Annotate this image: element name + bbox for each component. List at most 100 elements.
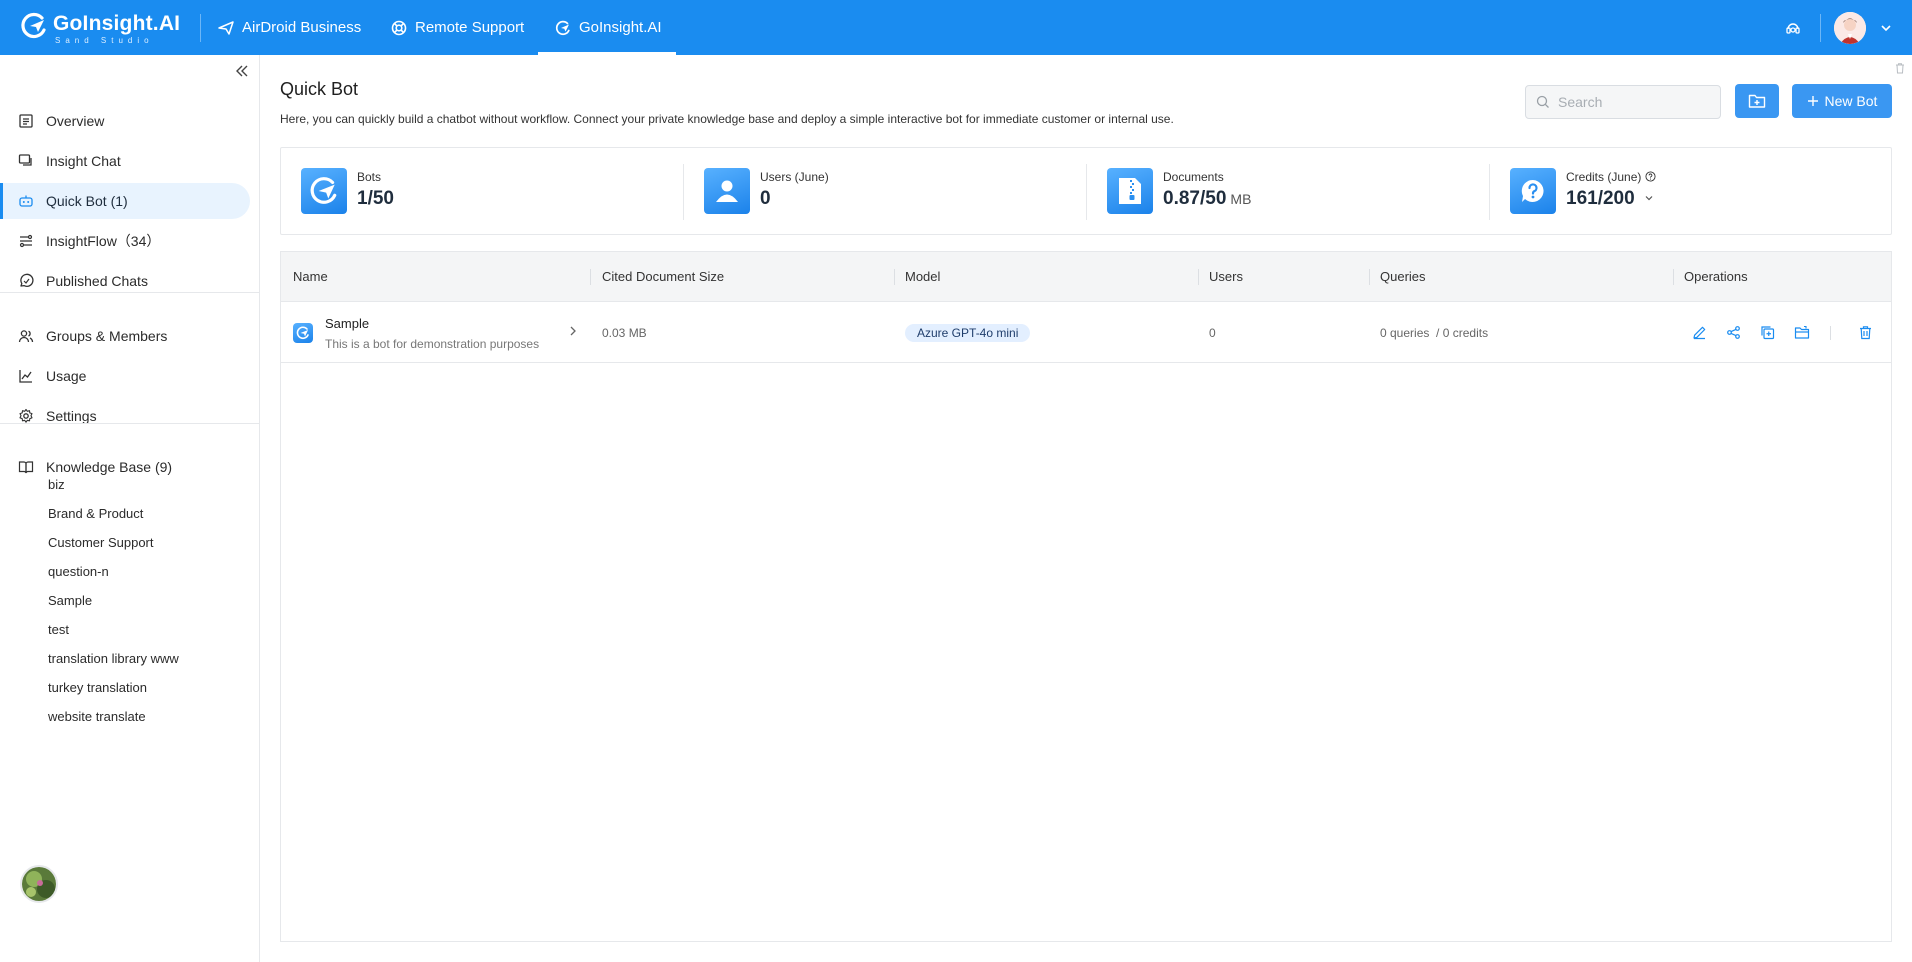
gear-icon <box>19 408 33 423</box>
chevron-down-icon[interactable] <box>1880 21 1892 39</box>
user-icon <box>704 168 750 214</box>
stat-label: Bots <box>357 170 382 184</box>
kb-item-customer-support[interactable]: Customer Support <box>48 535 154 550</box>
search-field[interactable] <box>1525 85 1721 119</box>
sidebar-item-label: Settings <box>46 408 97 424</box>
user-avatar[interactable] <box>1834 12 1866 44</box>
goinsight-logo-icon <box>21 12 46 39</box>
sidebar-item-usage[interactable]: Usage <box>0 358 250 394</box>
page-description: Here, you can quickly build a chatbot wi… <box>280 112 1174 126</box>
stat-number: 0.87/50 <box>1163 188 1227 209</box>
kb-item-question-n[interactable]: question-n <box>48 564 109 579</box>
logo-title: GoInsight.AI <box>53 12 181 35</box>
nav-label: GoInsight.AI <box>579 19 662 36</box>
bot-name[interactable]: Sample <box>325 316 369 331</box>
column-header-operations: Operations <box>1684 269 1748 284</box>
topbar-divider <box>200 14 201 42</box>
top-bar: GoInsight.AI Sand Studio AirDroid Busine… <box>0 0 1912 55</box>
goinsight-logo[interactable]: GoInsight.AI Sand Studio <box>20 10 180 46</box>
bot-avatar-icon <box>293 323 313 343</box>
bots-table: Name Cited Document Size Model Users Que… <box>280 251 1892 942</box>
stats-panel: Bots 1/50 Users (June) 0 Documents 0.87/… <box>280 147 1892 235</box>
sidebar-divider <box>0 292 259 293</box>
published-chat-icon <box>20 273 34 287</box>
collapse-sidebar-icon[interactable] <box>234 63 250 84</box>
nav-airdroid-business[interactable]: AirDroid Business <box>218 0 361 55</box>
nav-active-indicator <box>538 52 676 55</box>
sidebar: Overview Insight Chat Quick Bot (1) Insi… <box>0 55 260 962</box>
stat-unit: MB <box>1230 191 1252 207</box>
sidebar-item-groups-members[interactable]: Groups & Members <box>0 318 250 354</box>
kb-item-website-translate[interactable]: website translate <box>48 709 146 724</box>
flow-icon <box>19 234 33 248</box>
new-bot-label: New Bot <box>1824 93 1878 109</box>
delete-icon[interactable] <box>1858 325 1873 345</box>
kb-item-biz[interactable]: biz <box>48 477 65 492</box>
stat-value: 0.87/50 MB <box>1163 188 1251 210</box>
nav-label: Remote Support <box>415 19 525 36</box>
chevron-right-icon[interactable] <box>568 325 578 340</box>
stat-value: 0 <box>760 188 771 210</box>
nav-goinsight[interactable]: GoInsight.AI <box>555 0 662 55</box>
new-bot-button[interactable]: New Bot <box>1792 84 1892 118</box>
operations-separator <box>1830 326 1831 340</box>
edit-icon[interactable] <box>1692 325 1707 345</box>
sidebar-item-quick-bot[interactable]: Quick Bot (1) <box>0 183 250 219</box>
column-header-users: Users <box>1209 269 1243 284</box>
stat-value: 1/50 <box>357 188 394 210</box>
kb-item-brand-product[interactable]: Brand & Product <box>48 506 143 521</box>
sidebar-item-insight-chat[interactable]: Insight Chat <box>0 143 250 179</box>
column-header-name: Name <box>293 269 328 284</box>
logo-subtitle: Sand Studio <box>55 36 154 45</box>
column-header-queries: Queries <box>1380 269 1426 284</box>
column-separator <box>1198 269 1199 285</box>
bot-description: This is a bot for demonstration purposes <box>325 337 540 351</box>
kb-item-test[interactable]: test <box>48 622 69 637</box>
robot-icon <box>19 195 33 207</box>
stat-number: 0 <box>760 188 771 209</box>
info-icon[interactable] <box>1645 171 1656 182</box>
kb-item-translation-library[interactable]: translation library www <box>48 651 179 666</box>
table-header: Name Cited Document Size Model Users Que… <box>281 252 1891 302</box>
goinsight-icon <box>555 20 570 35</box>
sidebar-item-insightflow[interactable]: InsightFlow（34） <box>0 223 250 259</box>
lifebuoy-icon <box>391 20 407 35</box>
sidebar-item-label: Groups & Members <box>46 328 168 344</box>
nav-remote-support[interactable]: Remote Support <box>391 0 524 55</box>
sidebar-item-label: Insight Chat <box>46 153 121 169</box>
column-separator <box>894 269 895 285</box>
kb-item-sample[interactable]: Sample <box>48 593 92 608</box>
kb-item-turkey-translation[interactable]: turkey translation <box>48 680 147 695</box>
stat-number: 1/50 <box>357 188 394 209</box>
column-separator <box>590 269 591 285</box>
search-input[interactable] <box>1558 94 1708 110</box>
copy-icon[interactable] <box>1760 325 1775 345</box>
stat-value[interactable]: 161/200 <box>1566 188 1654 210</box>
table-row[interactable]: Sample This is a bot for demonstration p… <box>281 303 1891 363</box>
sidebar-item-settings[interactable]: Settings <box>0 398 250 434</box>
chart-icon <box>19 370 32 383</box>
new-folder-button[interactable] <box>1735 84 1779 118</box>
column-separator <box>1369 269 1370 285</box>
chat-icon <box>18 154 32 166</box>
avatar-image <box>1834 12 1866 44</box>
sidebar-item-overview[interactable]: Overview <box>0 103 250 139</box>
paper-plane-icon <box>218 20 234 35</box>
page-title: Quick Bot <box>280 79 359 99</box>
plus-icon <box>1807 96 1818 106</box>
sidebar-item-knowledge-base[interactable]: Knowledge Base (9) <box>0 449 250 485</box>
folder-add-icon <box>1748 94 1766 108</box>
bots-icon <box>301 168 347 214</box>
book-icon <box>18 461 34 474</box>
credits-count: / 0 credits <box>1436 326 1489 340</box>
workspace-avatar[interactable] <box>20 865 58 903</box>
share-icon[interactable] <box>1726 325 1741 345</box>
zip-file-icon <box>1107 168 1153 214</box>
column-separator <box>1673 269 1674 285</box>
doc-size-cell: 0.03 MB <box>602 326 647 340</box>
support-agent-icon[interactable] <box>1784 19 1802 42</box>
sidebar-item-published-chats[interactable]: Published Chats <box>0 263 250 299</box>
trash-icon[interactable] <box>1894 61 1906 79</box>
folder-move-icon[interactable] <box>1794 325 1810 345</box>
column-header-doc-size: Cited Document Size <box>602 269 725 284</box>
